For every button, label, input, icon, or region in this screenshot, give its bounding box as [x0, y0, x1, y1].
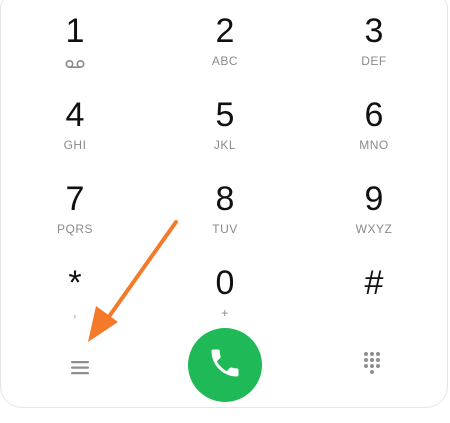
key-1[interactable]: 1	[20, 0, 130, 78]
key-digit: 5	[215, 96, 235, 134]
key-letters: WXYZ	[355, 222, 393, 236]
key-6[interactable]: 6 MNO	[319, 84, 429, 162]
key-letters: ,	[73, 306, 77, 320]
dialer-action-bar	[0, 328, 450, 408]
key-letters: +	[221, 306, 229, 320]
key-7[interactable]: 7 PQRS	[20, 168, 130, 246]
key-digit: 4	[65, 96, 85, 134]
key-digit: *	[68, 264, 82, 302]
key-3[interactable]: 3 DEF	[319, 0, 429, 78]
key-letters: DEF	[361, 54, 387, 68]
key-digit: 9	[364, 180, 384, 218]
key-digit: 1	[65, 12, 85, 50]
key-2[interactable]: 2 ABC	[170, 0, 280, 78]
call-button[interactable]	[188, 328, 262, 402]
dialpad-grid-icon[interactable]	[352, 348, 392, 384]
key-star[interactable]: * ,	[20, 252, 130, 330]
key-digit: #	[364, 264, 384, 302]
key-letters: GHI	[63, 138, 87, 152]
key-letters	[319, 306, 429, 320]
voicemail-icon	[65, 56, 85, 74]
key-letters: PQRS	[56, 222, 93, 236]
key-5[interactable]: 5 JKL	[170, 84, 280, 162]
key-digit: 3	[364, 12, 384, 50]
key-digit: 0	[215, 264, 235, 302]
hamburger-menu-icon[interactable]	[60, 352, 100, 382]
key-digit: 2	[215, 12, 235, 50]
phone-icon	[207, 345, 243, 386]
key-letters: ABC	[211, 54, 239, 68]
key-letters: JKL	[213, 138, 237, 152]
key-hash[interactable]: #	[319, 252, 429, 330]
key-4[interactable]: 4 GHI	[20, 84, 130, 162]
key-9[interactable]: 9 WXYZ	[319, 168, 429, 246]
key-8[interactable]: 8 TUV	[170, 168, 280, 246]
key-letters: TUV	[212, 222, 238, 236]
key-digit: 7	[65, 180, 85, 218]
key-digit: 6	[364, 96, 384, 134]
key-letters: MNO	[359, 138, 389, 152]
key-digit: 8	[215, 180, 235, 218]
key-0[interactable]: 0 +	[170, 252, 280, 330]
